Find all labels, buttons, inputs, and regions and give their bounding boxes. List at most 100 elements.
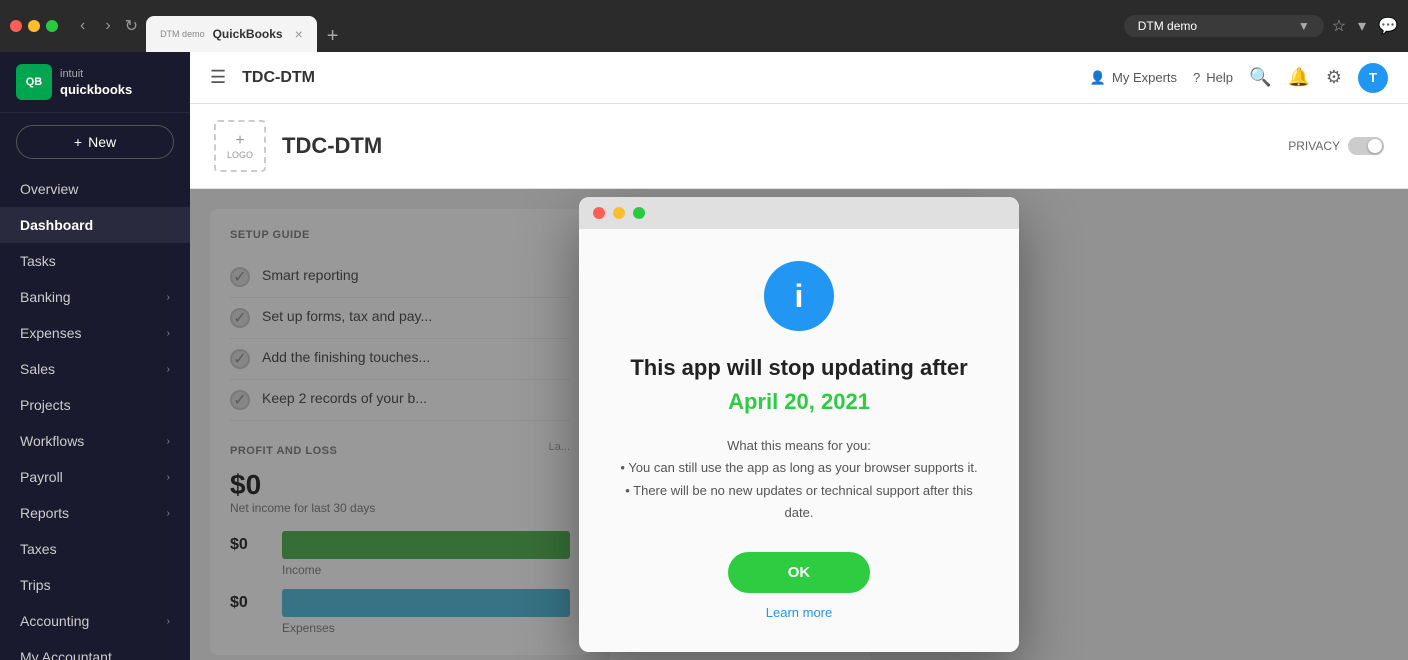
privacy-toggle: PRIVACY <box>1288 137 1384 155</box>
sidebar-item-workflows[interactable]: Workflows › <box>0 423 190 459</box>
sidebar-item-accounting[interactable]: Accounting › <box>0 603 190 639</box>
my-experts-label: My Experts <box>1112 70 1177 85</box>
new-button[interactable]: + New <box>16 125 174 159</box>
modal-bullet-2: • There will be no new updates or techni… <box>619 480 979 524</box>
address-text: DTM demo <box>1138 19 1197 33</box>
close-tab-button[interactable]: × <box>295 26 303 42</box>
brand-name: quickbooks <box>60 82 132 97</box>
avatar[interactable]: T <box>1358 63 1388 93</box>
help-button[interactable]: ? Help <box>1193 70 1233 85</box>
sidebar-item-trips[interactable]: Trips <box>0 567 190 603</box>
tab-app: QuickBooks <box>213 27 283 41</box>
banking-label: Banking <box>20 289 71 305</box>
accountant-label: My Accountant <box>20 649 112 660</box>
tab-company: DTM demo <box>160 29 205 39</box>
modal-titlebar <box>579 197 1019 229</box>
tasks-label: Tasks <box>20 253 56 269</box>
dot-green[interactable] <box>46 20 58 32</box>
sidebar: QB intuit quickbooks + New Overview Dash… <box>0 52 190 660</box>
modal-ok-button[interactable]: OK <box>728 552 871 593</box>
search-icon[interactable]: 🔍 <box>1249 67 1271 88</box>
trips-label: Trips <box>20 577 51 593</box>
dot-yellow[interactable] <box>28 20 40 32</box>
expenses-label: Expenses <box>20 325 81 341</box>
new-button-label: New <box>88 134 116 150</box>
dot-red[interactable] <box>10 20 22 32</box>
modal-info-icon: i <box>764 261 834 331</box>
address-bar[interactable]: DTM demo ▼ <box>1124 15 1324 37</box>
dashboard-label: Dashboard <box>20 217 93 233</box>
sidebar-item-reports[interactable]: Reports › <box>0 495 190 531</box>
browser-toolbar-icons: ☆ ▾ 💬 <box>1332 16 1398 36</box>
help-label: Help <box>1206 70 1233 85</box>
my-experts-button[interactable]: 👤 My Experts <box>1090 70 1177 86</box>
browser-dots <box>10 20 58 32</box>
notifications-icon[interactable]: 🔔 <box>1287 67 1309 88</box>
chevron-icon: › <box>167 292 170 303</box>
modal-dot-green[interactable] <box>633 207 645 219</box>
plus-icon: + <box>235 132 244 150</box>
tab-bar: DTM demo QuickBooks × + <box>146 0 1116 52</box>
dashboard-body: SETUP GUIDE ✓ Smart reporting ✓ Set up f… <box>190 189 1408 660</box>
forward-button[interactable]: › <box>99 15 116 37</box>
add-tab-button[interactable]: + <box>323 21 343 52</box>
sidebar-item-projects[interactable]: Projects <box>0 387 190 423</box>
sidebar-item-accountant[interactable]: My Accountant <box>0 639 190 660</box>
sidebar-item-payroll[interactable]: Payroll › <box>0 459 190 495</box>
modal-dot-yellow[interactable] <box>613 207 625 219</box>
privacy-toggle-track[interactable] <box>1348 137 1384 155</box>
chevron-icon: › <box>167 364 170 375</box>
toggle-thumb <box>1368 139 1382 153</box>
company-logo-upload[interactable]: + LOGO <box>214 120 266 172</box>
bookmark-icon[interactable]: ☆ <box>1332 16 1346 36</box>
sidebar-item-overview[interactable]: Overview <box>0 171 190 207</box>
sidebar-item-banking[interactable]: Banking › <box>0 279 190 315</box>
active-tab[interactable]: DTM demo QuickBooks × <box>146 16 317 52</box>
topbar-title: TDC-DTM <box>242 69 1074 87</box>
sidebar-item-dashboard[interactable]: Dashboard <box>0 207 190 243</box>
top-bar: ☰ TDC-DTM 👤 My Experts ? Help 🔍 🔔 ⚙ T <box>190 52 1408 104</box>
chevron-icon: › <box>167 472 170 483</box>
brand-text: intuit quickbooks <box>60 67 132 96</box>
info-letter: i <box>795 278 804 315</box>
modal-dot-red[interactable] <box>593 207 605 219</box>
overview-label: Overview <box>20 181 78 197</box>
modal-description: What this means for you: • You can still… <box>619 435 979 523</box>
settings-icon[interactable]: ⚙ <box>1326 67 1342 88</box>
hamburger-icon[interactable]: ☰ <box>210 67 226 88</box>
sidebar-item-sales[interactable]: Sales › <box>0 351 190 387</box>
modal-body: i This app will stop updating after Apri… <box>579 229 1019 651</box>
sidebar-header: QB intuit quickbooks <box>0 52 190 113</box>
company-header: + LOGO TDC-DTM PRIVACY <box>190 104 1408 189</box>
sidebar-item-taxes[interactable]: Taxes <box>0 531 190 567</box>
modal-overlay[interactable]: i This app will stop updating after Apri… <box>190 189 1408 660</box>
reports-label: Reports <box>20 505 69 521</box>
reload-button[interactable]: ↻ <box>125 16 138 36</box>
accounting-label: Accounting <box>20 613 89 629</box>
address-bar-area: DTM demo ▼ ☆ ▾ 💬 <box>1124 15 1398 37</box>
modal-date: April 20, 2021 <box>619 389 979 415</box>
sidebar-item-expenses[interactable]: Expenses › <box>0 315 190 351</box>
app-layout: QB intuit quickbooks + New Overview Dash… <box>0 52 1408 660</box>
main-area: ☰ TDC-DTM 👤 My Experts ? Help 🔍 🔔 ⚙ T <box>190 52 1408 660</box>
company-name: TDC-DTM <box>282 133 382 159</box>
my-experts-icon: 👤 <box>1090 70 1106 86</box>
back-button[interactable]: ‹ <box>74 15 91 37</box>
chevron-icon: › <box>167 436 170 447</box>
quickbooks-logo: QB <box>16 64 52 100</box>
modal-desc-header: What this means for you: <box>727 438 871 453</box>
modal-learn-more-link[interactable]: Learn more <box>619 605 979 620</box>
chevron-icon: › <box>167 616 170 627</box>
sidebar-item-tasks[interactable]: Tasks <box>0 243 190 279</box>
sidebar-nav: Overview Dashboard Tasks Banking › Expen… <box>0 171 190 660</box>
company-info: + LOGO TDC-DTM <box>214 120 382 172</box>
browser-chrome: ‹ › ↻ DTM demo QuickBooks × + DTM demo ▼… <box>0 0 1408 52</box>
payroll-label: Payroll <box>20 469 63 485</box>
chevron-icon: › <box>167 328 170 339</box>
avatar-letter: T <box>1369 70 1377 85</box>
help-icon: ? <box>1193 70 1200 85</box>
topbar-actions: 👤 My Experts ? Help 🔍 🔔 ⚙ T <box>1090 63 1388 93</box>
modal-bullet-1: • You can still use the app as long as y… <box>619 457 979 479</box>
menu-icon[interactable]: ▾ <box>1358 16 1366 36</box>
chat-icon[interactable]: 💬 <box>1378 16 1398 36</box>
